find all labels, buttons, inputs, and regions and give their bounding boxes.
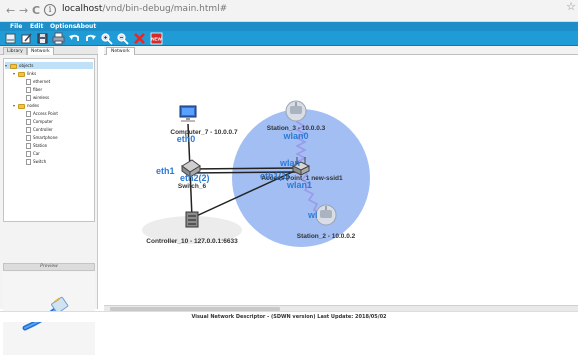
tree-item-label: Smartphone bbox=[33, 135, 58, 140]
menu-options[interactable]: Options bbox=[50, 22, 76, 31]
left-panel: Library Network ▾ objects ▾ links ethernet… bbox=[0, 46, 98, 355]
main-tab-row: Network bbox=[104, 46, 578, 55]
app-icon[interactable] bbox=[4, 32, 17, 45]
svg-text:NEW: NEW bbox=[151, 37, 162, 42]
redo-icon[interactable] bbox=[84, 32, 97, 45]
tree-item-controller[interactable]: Controller bbox=[26, 126, 53, 133]
computer-eth0-label: eth0 bbox=[177, 134, 196, 144]
station3-node[interactable] bbox=[285, 100, 307, 122]
menu-bar: File Edit Options About bbox=[0, 22, 578, 31]
left-tab-row: Library Network bbox=[0, 46, 98, 55]
document-icon bbox=[26, 111, 31, 117]
tree-item-label: nodes bbox=[27, 103, 40, 108]
controller-label: Controller_10 - 127.0.0.1:6633 bbox=[146, 238, 238, 245]
document-icon bbox=[26, 79, 31, 85]
document-icon bbox=[26, 87, 31, 93]
computer-node[interactable] bbox=[179, 105, 197, 122]
station2-wlan-label: wl bbox=[307, 210, 318, 220]
station2-label: Station_2 - 10.0.0.2 bbox=[297, 233, 356, 240]
tree-item-access-point[interactable]: Access Point bbox=[26, 110, 58, 117]
edit-icon[interactable] bbox=[20, 32, 33, 45]
tab-library[interactable]: Library bbox=[3, 47, 27, 55]
folder-icon bbox=[18, 71, 25, 77]
document-icon bbox=[26, 95, 31, 101]
tree-item-label: wireless bbox=[33, 95, 50, 100]
document-icon bbox=[26, 159, 31, 165]
delete-icon[interactable] bbox=[133, 32, 146, 45]
url-host: localhost bbox=[62, 4, 103, 14]
tree-item-car[interactable]: Car bbox=[26, 150, 40, 157]
switch-eth2-label: eth2(2) bbox=[180, 173, 210, 183]
tree-item-label: objects bbox=[19, 63, 34, 68]
tab-network-canvas[interactable]: Network bbox=[106, 47, 135, 55]
tree-item-station[interactable]: Station bbox=[26, 142, 47, 149]
tree-item-computer[interactable]: Computer bbox=[26, 118, 53, 125]
tree-item-ethernet[interactable]: ethernet bbox=[26, 78, 50, 85]
document-icon bbox=[26, 119, 31, 125]
info-icon[interactable]: i bbox=[44, 4, 56, 16]
tree-item-label: fiber bbox=[33, 87, 43, 92]
link-switch-ap[interactable] bbox=[189, 167, 302, 170]
tree-item-label: Computer bbox=[33, 119, 53, 124]
tree-item-label: links bbox=[27, 71, 37, 76]
document-icon bbox=[26, 127, 31, 133]
zoom-out-icon[interactable] bbox=[116, 32, 129, 45]
tab-network[interactable]: Network bbox=[27, 47, 54, 55]
tree-item-label: ethernet bbox=[33, 79, 51, 84]
print-icon[interactable] bbox=[52, 32, 65, 45]
reload-button[interactable]: C bbox=[32, 4, 40, 17]
document-icon bbox=[26, 143, 31, 149]
preview-header: Preview bbox=[3, 263, 95, 271]
undo-icon[interactable] bbox=[68, 32, 81, 45]
back-button[interactable]: ← bbox=[6, 4, 15, 17]
tree-item-label: Car bbox=[33, 151, 40, 156]
controller-node[interactable] bbox=[185, 211, 199, 228]
tree-item-label: Switch bbox=[33, 159, 47, 164]
browser-address-bar: ← → C i localhost/vnd/bin-debug/main.htm… bbox=[0, 0, 578, 22]
toolbar: NEW bbox=[0, 31, 578, 46]
folder-icon bbox=[18, 103, 25, 109]
tree-item-label: Station bbox=[33, 143, 48, 148]
tree-item-wireless[interactable]: wireless bbox=[26, 94, 49, 101]
menu-file[interactable]: File bbox=[10, 22, 22, 31]
save-icon[interactable] bbox=[36, 32, 49, 45]
network-canvas[interactable]: Computer_7 - 10.0.0.7 eth0 eth1 eth2(2) … bbox=[104, 56, 578, 309]
url-field[interactable]: i localhost/vnd/bin-debug/main.html# bbox=[44, 3, 568, 19]
tree-item-objects[interactable]: ▾ objects bbox=[5, 62, 93, 69]
zoom-in-icon[interactable] bbox=[100, 32, 113, 45]
tree-item-fiber[interactable]: fiber bbox=[26, 86, 42, 93]
url-path: /vnd/bin-debug/main.html# bbox=[102, 4, 228, 14]
station2-node[interactable] bbox=[315, 204, 337, 226]
menu-about[interactable]: About bbox=[76, 22, 96, 31]
tree-item-label: Controller bbox=[33, 127, 53, 132]
switch-eth1-label: eth1 bbox=[156, 166, 175, 176]
folder-icon bbox=[10, 63, 17, 69]
tree-item-links[interactable]: ▾ links bbox=[13, 70, 36, 77]
station3-wlan0-label: wlan0 bbox=[282, 131, 308, 141]
main-area: Network Computer_7 - 10.0.0.7 eth0 eth1 … bbox=[104, 46, 578, 309]
url-text: localhost/vnd/bin-debug/main.html# bbox=[62, 4, 227, 14]
bookmark-star-icon[interactable]: ☆ bbox=[566, 0, 576, 13]
switch-label: Switch_6 bbox=[178, 183, 207, 190]
object-tree: ▾ objects ▾ links ethernet fiber wireless … bbox=[3, 58, 95, 222]
document-icon bbox=[26, 135, 31, 141]
tree-item-smartphone[interactable]: Smartphone bbox=[26, 134, 58, 141]
status-footer: Visual Network Descriptor - (SDWN versio… bbox=[0, 311, 578, 322]
menu-edit[interactable]: Edit bbox=[30, 22, 43, 31]
ap-wlan-label: wlan bbox=[279, 158, 300, 168]
document-icon bbox=[26, 151, 31, 157]
tree-item-label: Access Point bbox=[33, 111, 58, 116]
tree-item-nodes[interactable]: ▾ nodes bbox=[13, 102, 39, 109]
new-icon[interactable]: NEW bbox=[150, 32, 163, 45]
forward-button[interactable]: → bbox=[19, 4, 28, 17]
tree-item-switch[interactable]: Switch bbox=[26, 158, 46, 165]
ap-wlan1-label: wlan1 bbox=[286, 180, 312, 190]
